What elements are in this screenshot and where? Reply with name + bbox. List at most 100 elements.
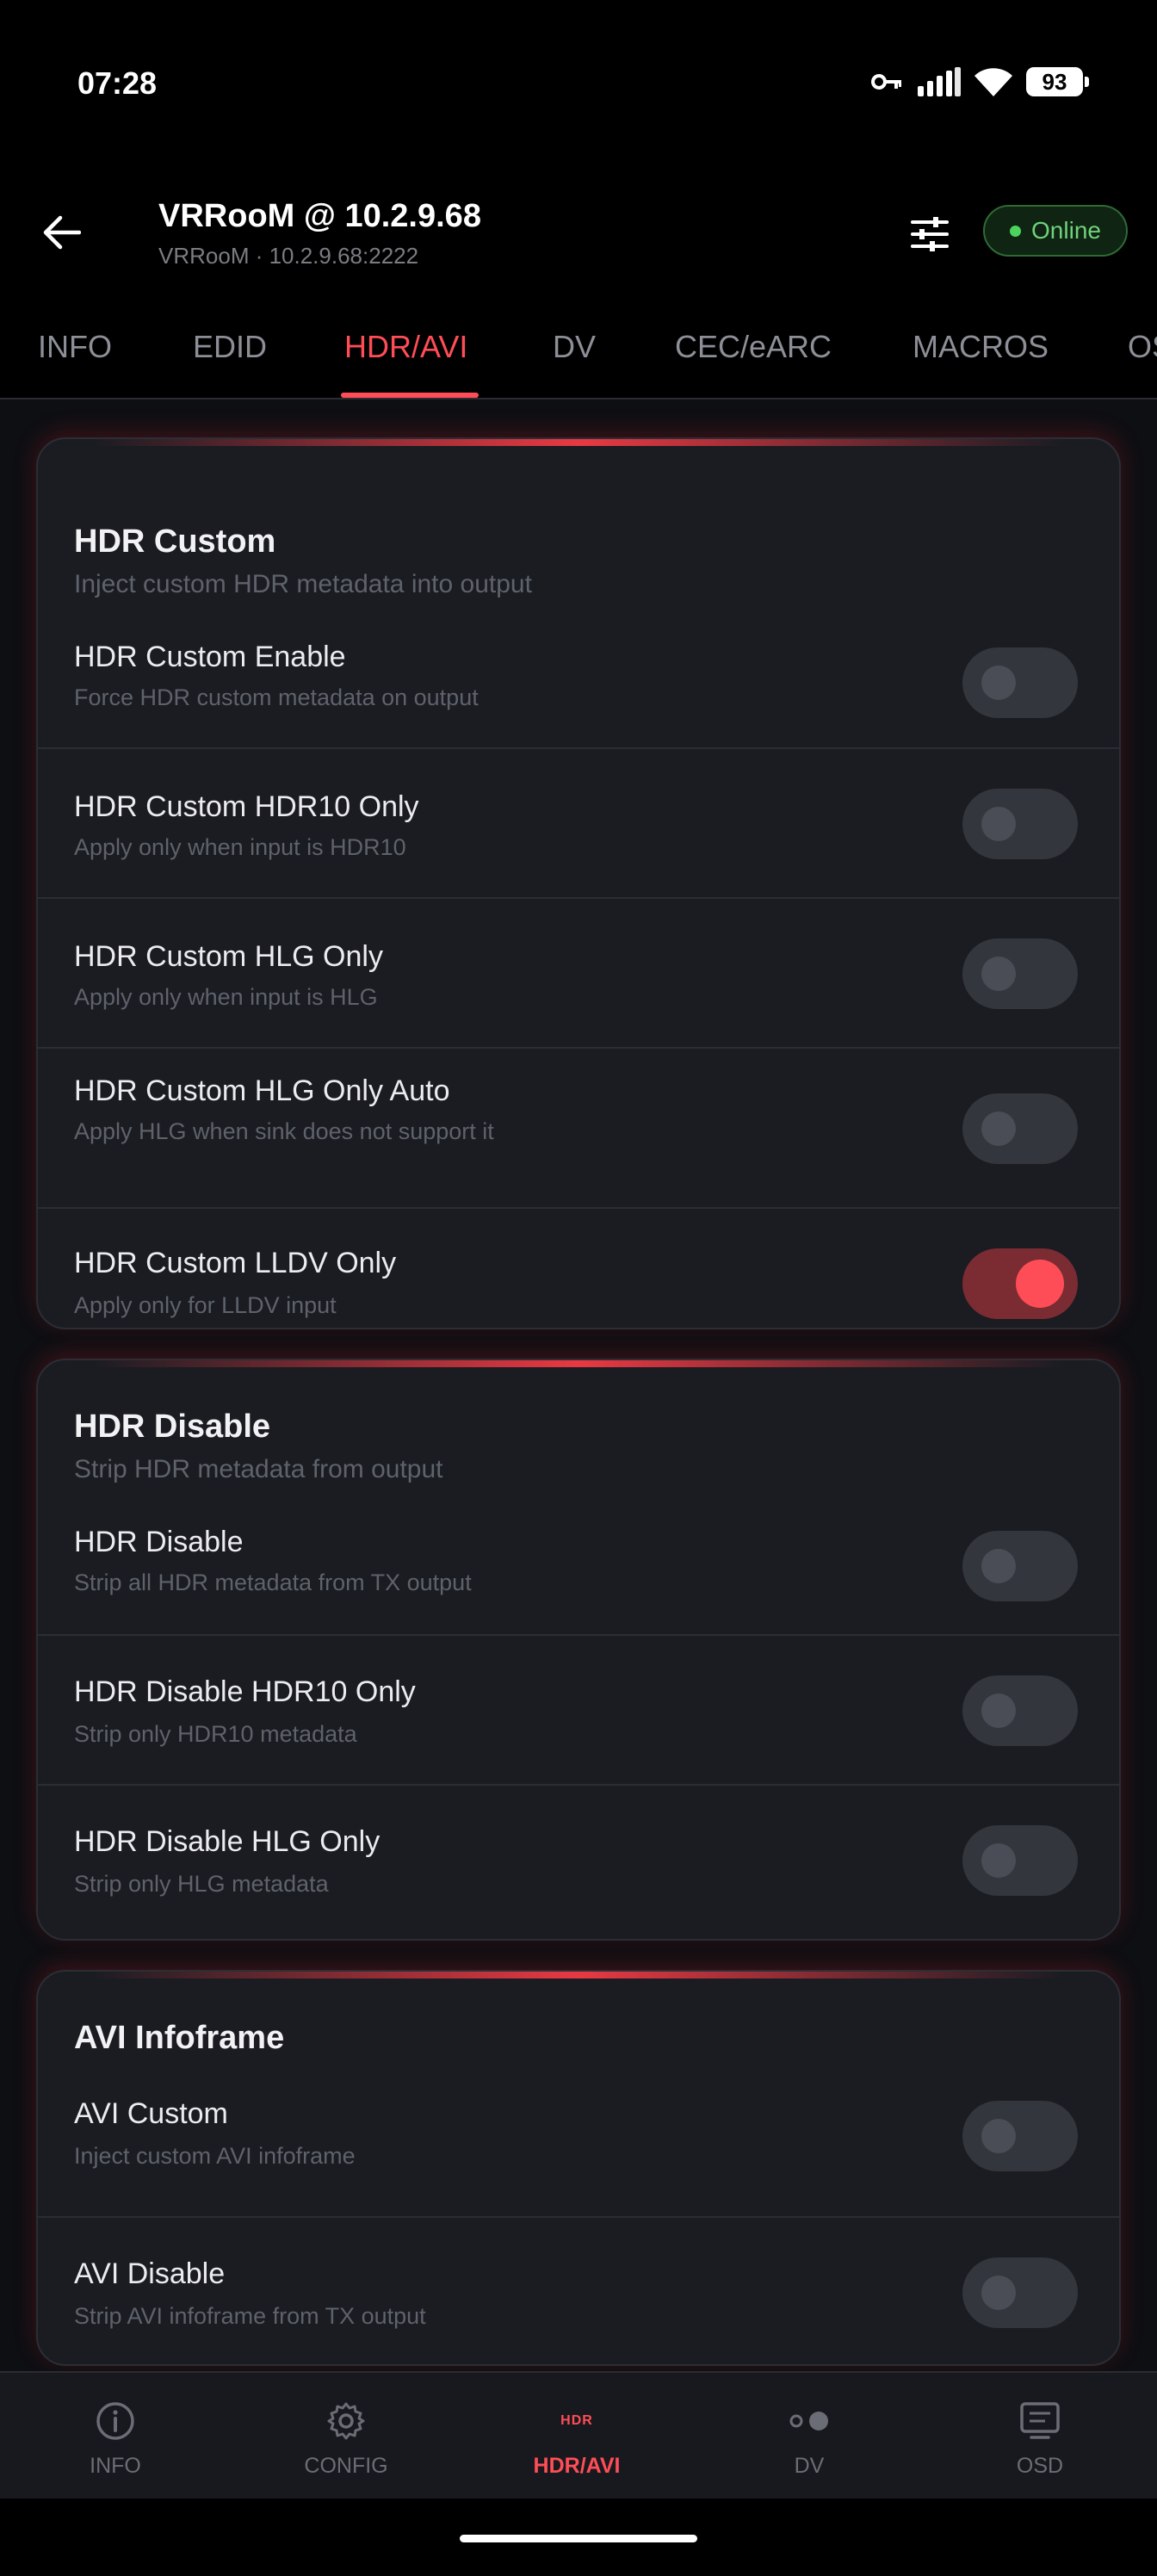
setting-description: Strip AVI infoframe from TX output xyxy=(74,2303,426,2329)
signal-icon xyxy=(918,67,961,96)
toggle-knob xyxy=(981,807,1016,841)
section-title: AVI Infoframe xyxy=(74,2020,285,2056)
card-accent-glow xyxy=(38,439,1119,446)
home-gesture-bar[interactable] xyxy=(460,2535,697,2542)
hdr-custom-lldv-only-toggle[interactable] xyxy=(962,1248,1078,1319)
gear-icon xyxy=(322,2397,370,2445)
hdr-disable-hdr10-only-toggle[interactable] xyxy=(962,1675,1078,1746)
setting-description: Apply HLG when sink does not support it xyxy=(74,1118,494,1144)
hdr-custom-hdr10-only-toggle[interactable] xyxy=(962,789,1078,859)
avi-infoframe-card: AVI Infoframe AVI Custom Inject custom A… xyxy=(36,1970,1121,2366)
tab-edid[interactable]: EDID xyxy=(193,329,267,365)
tab-dv[interactable]: DV xyxy=(553,329,596,365)
status-bar: 07:28 93 xyxy=(0,0,1157,172)
nav-item-osd[interactable]: OSD xyxy=(925,2373,1155,2500)
section-title: HDR Custom xyxy=(74,523,276,560)
setting-row-hdr-custom-hlg-only-auto[interactable]: HDR Custom HLG Only Auto Apply HLG when … xyxy=(38,1047,1119,1207)
system-gesture-area xyxy=(0,2499,1157,2576)
card-accent-glow xyxy=(38,1972,1119,1978)
setting-description: Strip only HDR10 metadata xyxy=(74,1721,357,1747)
dv-toggle-icon xyxy=(785,2397,833,2445)
nav-label: HDR/AVI xyxy=(533,2454,621,2478)
tab-macros[interactable]: MACROS xyxy=(913,329,1049,365)
hdr-disable-hlg-only-toggle[interactable] xyxy=(962,1825,1078,1896)
nav-item-hdr-avi[interactable]: HDR HDR/AVI xyxy=(461,2373,692,2500)
nav-item-dv[interactable]: DV xyxy=(694,2373,925,2500)
setting-description: Apply only when input is HLG xyxy=(74,984,378,1010)
tab-cec-earc[interactable]: CEC/eARC xyxy=(675,329,832,365)
setting-description: Inject custom AVI infoframe xyxy=(74,2143,356,2169)
setting-label: HDR Disable xyxy=(74,1526,244,1558)
setting-description: Strip only HLG metadata xyxy=(74,1871,329,1897)
setting-label: HDR Custom Enable xyxy=(74,641,346,673)
app-screen: 07:28 93 VRRooM @ 10.2.9.68 VRRooM · 10.… xyxy=(0,0,1157,2576)
toggle-knob xyxy=(981,666,1016,700)
nav-label: INFO xyxy=(90,2454,141,2478)
setting-label: AVI Custom xyxy=(74,2097,228,2130)
setting-label: HDR Custom HLG Only xyxy=(74,940,383,973)
setting-row-hdr-custom-enable[interactable]: HDR Custom Enable Force HDR custom metad… xyxy=(38,594,1119,747)
hdr-custom-hlg-only-auto-toggle[interactable] xyxy=(962,1093,1078,1164)
setting-row-hdr-disable-hlg-only[interactable]: HDR Disable HLG Only Strip only HLG meta… xyxy=(38,1784,1119,1939)
setting-row-avi-custom[interactable]: AVI Custom Inject custom AVI infoframe xyxy=(38,2066,1119,2216)
setting-row-avi-disable[interactable]: AVI Disable Strip AVI infoframe from TX … xyxy=(38,2216,1119,2364)
page-title: VRRooM @ 10.2.9.68 xyxy=(158,198,481,234)
tab-bar: INFO EDID HDR/AVI DV CEC/eARC MACROS OS xyxy=(0,293,1157,399)
info-icon xyxy=(91,2397,139,2445)
tab-info[interactable]: INFO xyxy=(38,329,112,365)
vpn-key-icon xyxy=(871,71,904,92)
status-icons: 93 xyxy=(871,67,1089,96)
setting-label: HDR Custom HDR10 Only xyxy=(74,790,419,823)
hdr-icon-glyph: HDR xyxy=(560,2413,593,2428)
setting-description: Apply only when input is HDR10 xyxy=(74,834,406,860)
settings-tune-button[interactable] xyxy=(904,208,956,260)
setting-label: HDR Custom HLG Only Auto xyxy=(74,1074,450,1107)
setting-row-hdr-custom-lldv-only[interactable]: HDR Custom LLDV Only Apply only for LLDV… xyxy=(38,1207,1119,1328)
toggle-knob xyxy=(981,957,1016,991)
setting-label: HDR Disable HDR10 Only xyxy=(74,1675,416,1708)
setting-label: HDR Disable HLG Only xyxy=(74,1825,381,1858)
card-accent-glow xyxy=(38,1360,1119,1367)
toggle-knob xyxy=(981,1843,1016,1878)
avi-custom-toggle[interactable] xyxy=(962,2101,1078,2171)
section-description: Strip HDR metadata from output xyxy=(74,1455,443,1483)
bottom-navigation: INFO CONFIG HDR HDR/AVI DV OSD xyxy=(0,2371,1157,2499)
nav-label: OSD xyxy=(1016,2454,1064,2478)
toggle-knob xyxy=(981,2119,1016,2153)
toggle-knob xyxy=(981,2276,1016,2310)
toggle-knob xyxy=(981,1549,1016,1583)
setting-description: Apply only for LLDV input xyxy=(74,1292,337,1318)
app-bar: VRRooM @ 10.2.9.68 VRRooM · 10.2.9.68:22… xyxy=(0,172,1157,293)
setting-label: AVI Disable xyxy=(74,2257,226,2290)
nav-item-config[interactable]: CONFIG xyxy=(231,2373,461,2500)
hdr-custom-card: HDR Custom Inject custom HDR metadata in… xyxy=(36,437,1121,1329)
setting-row-hdr-disable-hdr10-only[interactable]: HDR Disable HDR10 Only Strip only HDR10 … xyxy=(38,1634,1119,1784)
section-title: HDR Disable xyxy=(74,1409,271,1445)
setting-description: Force HDR custom metadata on output xyxy=(74,684,479,710)
setting-row-hdr-custom-hdr10-only[interactable]: HDR Custom HDR10 Only Apply only when in… xyxy=(38,747,1119,897)
tab-hdr-avi[interactable]: HDR/AVI xyxy=(344,329,467,365)
toggle-knob xyxy=(981,1112,1016,1146)
hdr-icon: HDR xyxy=(553,2397,601,2445)
osd-screen-icon xyxy=(1016,2397,1064,2445)
wifi-icon xyxy=(974,67,1012,96)
status-time: 07:28 xyxy=(77,65,158,101)
back-button[interactable] xyxy=(31,202,91,263)
battery-level: 93 xyxy=(1042,68,1067,95)
tune-icon xyxy=(911,217,949,251)
setting-row-hdr-custom-hlg-only[interactable]: HDR Custom HLG Only Apply only when inpu… xyxy=(38,897,1119,1047)
hdr-custom-hlg-only-toggle[interactable] xyxy=(962,938,1078,1009)
setting-label: HDR Custom LLDV Only xyxy=(74,1247,397,1279)
nav-label: DV xyxy=(794,2454,825,2478)
arrow-back-icon xyxy=(43,215,81,250)
setting-row-hdr-disable[interactable]: HDR Disable Strip all HDR metadata from … xyxy=(38,1481,1119,1634)
online-dot-icon xyxy=(1010,225,1022,237)
avi-disable-toggle[interactable] xyxy=(962,2257,1078,2328)
hdr-disable-card: HDR Disable Strip HDR metadata from outp… xyxy=(36,1359,1121,1941)
hdr-custom-enable-toggle[interactable] xyxy=(962,647,1078,718)
settings-content[interactable]: HDR Custom Inject custom HDR metadata in… xyxy=(0,399,1157,2371)
connection-status-label: Online xyxy=(1031,217,1101,244)
nav-item-info[interactable]: INFO xyxy=(0,2373,231,2500)
hdr-disable-toggle[interactable] xyxy=(962,1531,1078,1601)
tab-osd[interactable]: OS xyxy=(1128,329,1157,365)
